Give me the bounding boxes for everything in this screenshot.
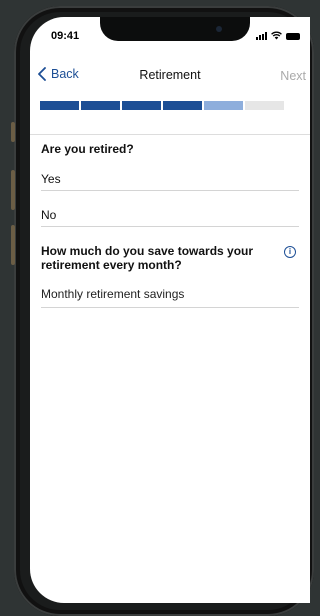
front-camera-icon bbox=[216, 26, 222, 32]
progress-segment bbox=[122, 101, 161, 110]
progress-segment bbox=[40, 101, 79, 110]
option-yes[interactable]: Yes bbox=[41, 172, 61, 186]
info-icon[interactable]: i bbox=[284, 246, 296, 258]
phone-screen: 09:41 Back Retirement Next Are you retir… bbox=[30, 17, 310, 603]
progress-segment bbox=[245, 101, 284, 110]
progress-segment bbox=[81, 101, 120, 110]
side-button-mute bbox=[11, 122, 15, 142]
wifi-icon bbox=[271, 31, 282, 40]
question-monthly-savings: How much do you save towards your retire… bbox=[41, 244, 254, 272]
nav-bar: Back Retirement Next bbox=[30, 65, 310, 87]
battery-icon bbox=[286, 33, 300, 40]
cellular-signal-icon bbox=[256, 32, 267, 40]
question-retired: Are you retired? bbox=[41, 142, 134, 156]
side-button-volume-up bbox=[11, 170, 15, 210]
option-divider bbox=[41, 190, 299, 191]
page-title: Retirement bbox=[139, 68, 201, 82]
next-button[interactable]: Next bbox=[280, 69, 306, 83]
notch bbox=[100, 17, 250, 41]
status-icons bbox=[256, 31, 300, 40]
progress-bar bbox=[40, 101, 284, 110]
option-divider bbox=[41, 226, 299, 227]
status-time: 09:41 bbox=[51, 30, 80, 42]
monthly-savings-input[interactable] bbox=[41, 287, 297, 301]
input-underline bbox=[41, 307, 299, 308]
divider bbox=[30, 134, 310, 135]
progress-segment bbox=[163, 101, 202, 110]
status-bar: 09:41 bbox=[30, 17, 310, 57]
side-button-volume-down bbox=[11, 225, 15, 265]
progress-segment-current bbox=[204, 101, 243, 110]
option-no[interactable]: No bbox=[41, 208, 56, 222]
